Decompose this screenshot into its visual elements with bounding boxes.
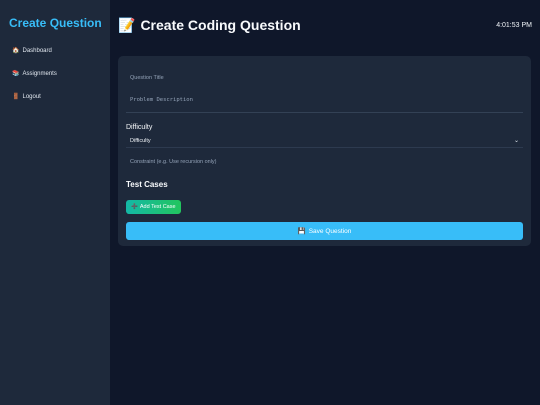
page-title: Create Coding Question <box>140 17 301 33</box>
sidebar-item-assignments[interactable]: 📚 Assignments <box>8 69 102 78</box>
difficulty-select[interactable]: Difficulty ⌄ <box>126 134 523 148</box>
add-test-case-button[interactable]: ➕ Add Test Case <box>126 200 181 214</box>
difficulty-label: Difficulty <box>126 124 153 131</box>
add-test-case-label: Add Test Case <box>139 204 176 210</box>
save-question-label: Save Question <box>308 227 352 235</box>
page-header: 📝 Create Coding Question 4:01:53 PM <box>118 0 532 50</box>
chevron-down-icon: ⌄ <box>513 138 519 144</box>
sidebar-brand: Create Question <box>9 16 102 30</box>
house-icon: 🏠 <box>12 47 20 54</box>
main-content: 📝 Create Coding Question 4:01:53 PM Diff… <box>110 0 540 405</box>
floppy-disk-icon: 💾 <box>297 228 306 235</box>
door-icon: 🚪 <box>12 93 20 100</box>
plus-icon: ➕ <box>131 204 138 210</box>
page-title-group: 📝 Create Coding Question <box>118 17 301 33</box>
sidebar-item-label: Assignments <box>22 70 57 77</box>
question-title-input[interactable] <box>126 69 523 87</box>
clock: 4:01:53 PM <box>496 21 532 29</box>
memo-icon: 📝 <box>118 17 136 33</box>
app-root: Create Question 🏠 Dashboard 📚 Assignment… <box>0 0 540 405</box>
sidebar-item-logout[interactable]: 🚪 Logout <box>8 92 102 101</box>
question-form-card: Difficulty Difficulty ⌄ Test Cases ➕ Add… <box>118 56 531 246</box>
sidebar-item-label: Logout <box>22 93 41 100</box>
sidebar-item-dashboard[interactable]: 🏠 Dashboard <box>8 46 102 55</box>
difficulty-selected-value: Difficulty <box>130 137 151 144</box>
problem-description-textarea[interactable] <box>126 91 523 113</box>
test-cases-title: Test Cases <box>126 180 168 189</box>
constraint-input[interactable] <box>126 152 523 172</box>
sidebar-item-label: Dashboard <box>22 47 52 54</box>
sidebar: Create Question 🏠 Dashboard 📚 Assignment… <box>0 0 110 405</box>
save-question-button[interactable]: 💾 Save Question <box>126 222 523 240</box>
books-icon: 📚 <box>12 70 20 77</box>
